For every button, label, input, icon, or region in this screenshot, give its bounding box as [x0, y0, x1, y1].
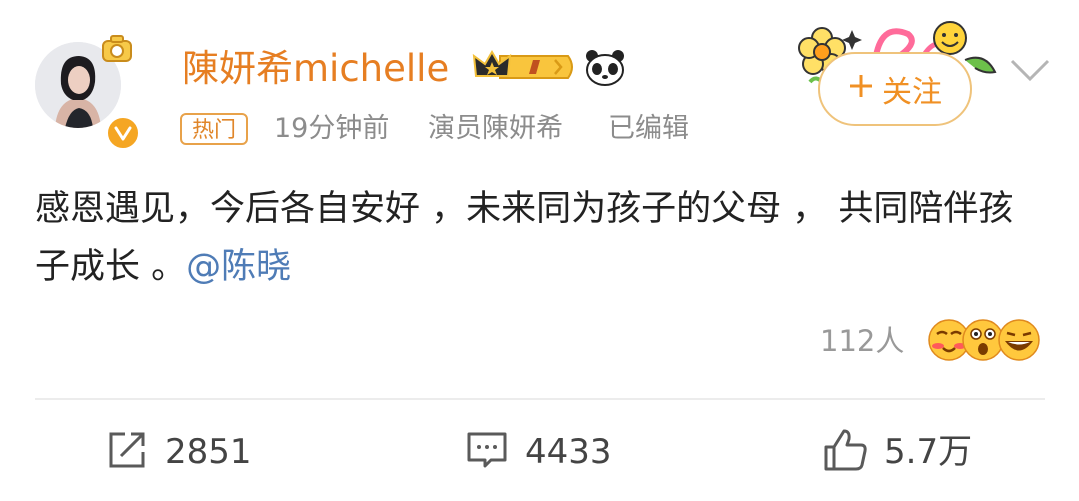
comment-icon — [465, 428, 509, 476]
post-source[interactable]: 演员陳妍希 — [428, 110, 563, 148]
reaction-count[interactable]: 112人 — [820, 318, 904, 364]
repost-button[interactable]: 2851 — [105, 424, 252, 480]
verified-badge-icon — [105, 115, 141, 151]
comment-count: 4433 — [525, 432, 612, 472]
plus-icon — [848, 72, 874, 107]
panda-icon — [584, 48, 626, 88]
follow-label: 关注 — [882, 75, 942, 110]
user-name[interactable]: 陳妍希michelle — [182, 45, 449, 93]
hot-tag: 热门 — [180, 113, 249, 145]
thumbs-up-icon — [822, 427, 868, 477]
camera-badge-icon — [100, 32, 134, 66]
reaction-emojis[interactable] — [925, 316, 1045, 364]
laughing-emoji-icon — [998, 319, 1040, 361]
post-content: 感恩遇见，今后各自安好 ，未来同为孩子的父母 ， 共同陪伴孩子成长 。@陈晓 — [35, 180, 1045, 296]
chevron-down-icon[interactable] — [1008, 55, 1052, 85]
divider — [35, 398, 1045, 400]
like-button[interactable]: 5.7万 — [822, 424, 972, 480]
post-text: 感恩遇见，今后各自安好 ，未来同为孩子的父母 ， 共同陪伴孩子成长 。 — [35, 189, 1014, 287]
post-time: 19分钟前 — [274, 113, 390, 144]
repost-count: 2851 — [165, 432, 252, 472]
edited-label[interactable]: 已编辑 — [608, 110, 689, 148]
share-icon — [105, 428, 149, 476]
comment-button[interactable]: 4433 — [465, 424, 612, 480]
shocked-emoji-icon — [962, 319, 1004, 361]
like-count: 5.7万 — [884, 432, 973, 472]
follow-button[interactable]: 关注 — [818, 52, 972, 126]
mention-link[interactable]: @陈晓 — [186, 247, 291, 287]
vip-crown-badge-icon[interactable] — [470, 44, 580, 90]
